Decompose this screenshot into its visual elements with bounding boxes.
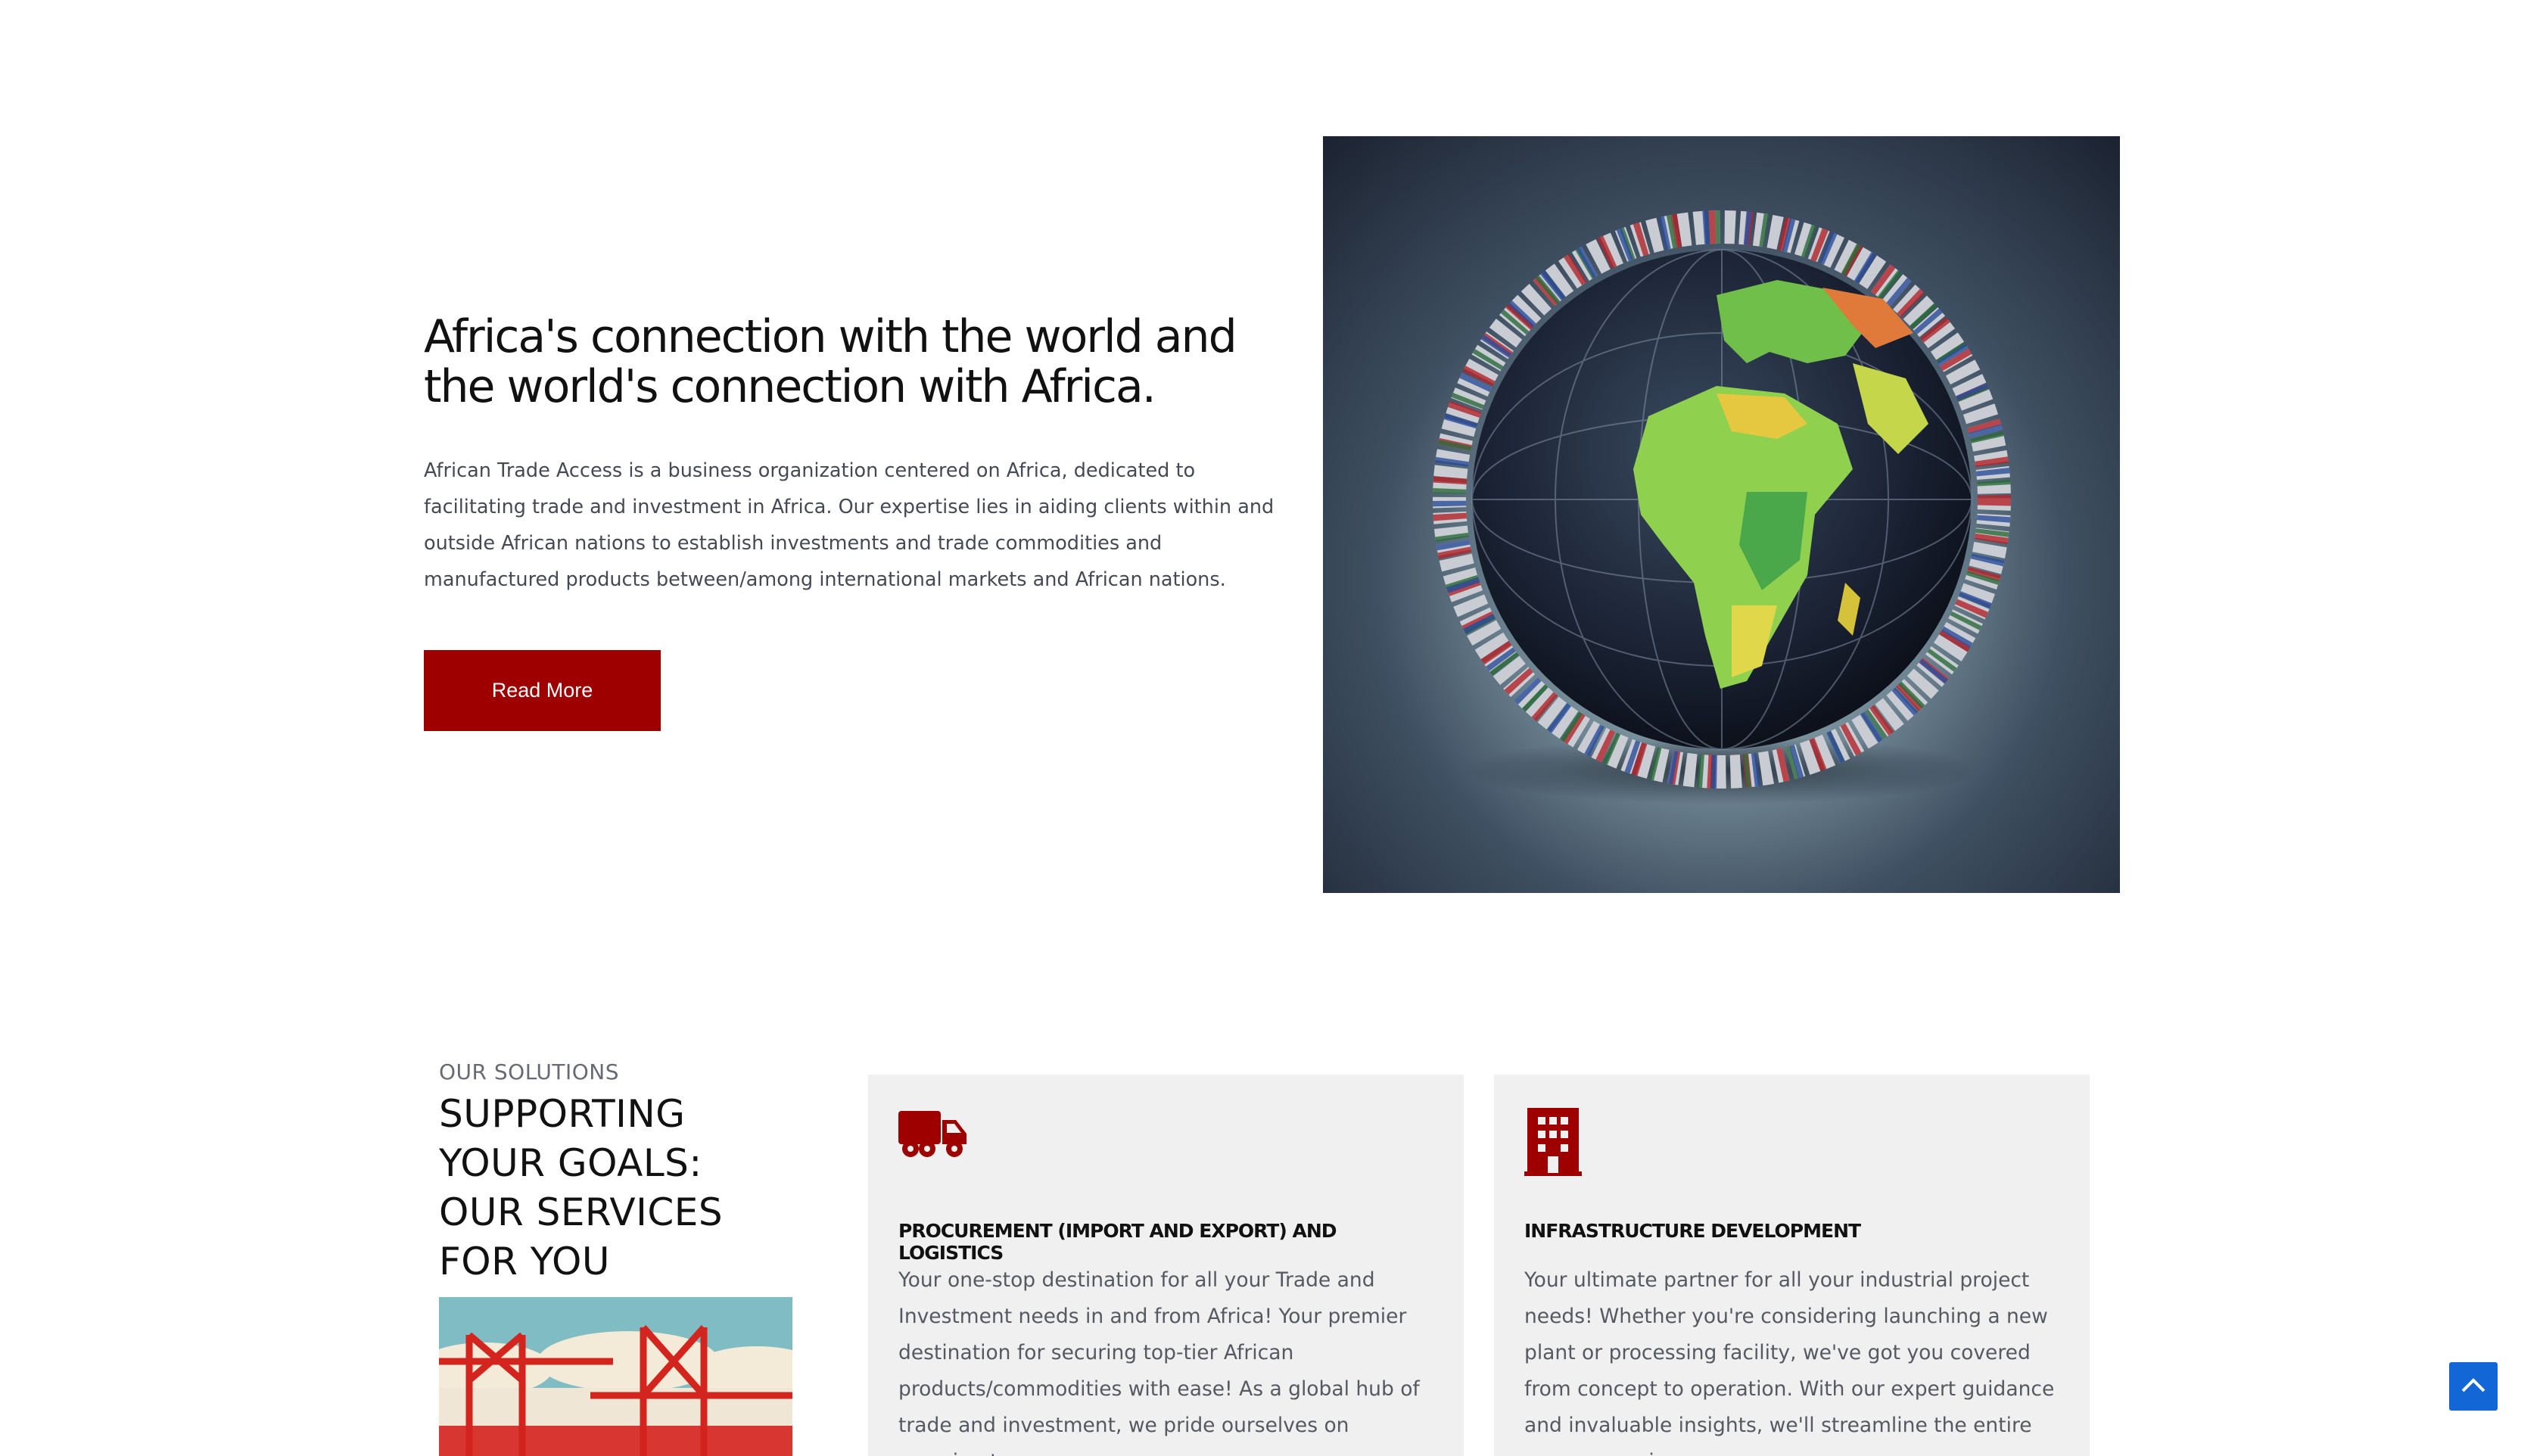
service-card-infrastructure[interactable]: INFRASTRUCTURE DEVELOPMENT Your ultimate… (1494, 1075, 2090, 1456)
cranes-image (439, 1297, 792, 1456)
section-eyebrow: OUR SOLUTIONS (439, 1059, 620, 1084)
card-title: INFRASTRUCTURE DEVELOPMENT (1524, 1220, 1861, 1242)
truck-icon (898, 1108, 968, 1163)
building-icon (1524, 1108, 1582, 1180)
service-card-procurement[interactable]: PROCUREMENT (IMPORT AND EXPORT) AND LOGI… (868, 1075, 1464, 1456)
hero-description: African Trade Access is a business organ… (424, 459, 1275, 591)
scroll-to-top-button[interactable] (2449, 1362, 2498, 1411)
read-more-button[interactable]: Read More (424, 650, 661, 731)
hero-globe-image (1323, 136, 2120, 893)
chevron-up-icon (2461, 1377, 2486, 1397)
card-title: PROCUREMENT (IMPORT AND EXPORT) AND LOGI… (898, 1220, 1337, 1264)
section-title: SUPPORTING YOUR GOALS: OUR SERVICES FOR … (439, 1092, 724, 1283)
hero-title: Africa's connection with the world and t… (424, 310, 1237, 413)
card-text: Your ultimate partner for all your indus… (1524, 1268, 2055, 1456)
card-text: Your one-stop destination for all your T… (898, 1268, 1420, 1456)
